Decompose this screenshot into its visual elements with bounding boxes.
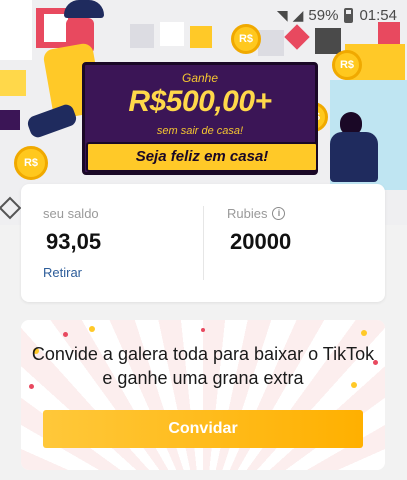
confetti-icon: [89, 326, 95, 332]
battery-icon: [344, 7, 354, 23]
coin-icon: R$: [332, 50, 362, 80]
pattern-tile: [315, 28, 341, 54]
pattern-tile: [190, 26, 212, 48]
pattern-tile: [258, 30, 284, 56]
confetti-icon: [201, 328, 205, 332]
pattern-tile: [160, 22, 184, 46]
pattern-tile: [284, 24, 310, 50]
person-illustration: [330, 132, 378, 182]
invite-card: Convide a galera toda para baixar o TikT…: [21, 320, 385, 470]
rubies-value: 20000: [230, 229, 292, 254]
confetti-icon: [63, 332, 68, 337]
clock: 01:54: [359, 6, 397, 24]
confetti-icon: [361, 330, 367, 336]
balance-value: 93,05: [46, 229, 102, 254]
invite-button[interactable]: Convidar: [43, 410, 363, 448]
coin-icon: R$: [231, 24, 261, 54]
divider: [203, 206, 204, 280]
pattern-tile: [0, 70, 26, 96]
balance-label: seu saldo: [43, 206, 99, 221]
banner-amount: R$500,00+: [128, 85, 272, 118]
balance-section: seu saldo 93,05 Retirar: [43, 206, 101, 280]
banner-ribbon: Seja feliz em casa!: [86, 142, 318, 172]
balance-card: seu saldo 93,05 Retirar Rubies i 20000: [21, 184, 385, 302]
pattern-tile: [0, 0, 32, 60]
rubies-label: Rubies: [227, 206, 268, 221]
pattern-tile: [44, 14, 68, 42]
wifi-icon: ◥: [276, 6, 288, 23]
rubies-label-row: Rubies i: [227, 206, 291, 221]
signal-icon: ◢: [292, 6, 304, 23]
withdraw-link[interactable]: Retirar: [43, 265, 101, 280]
info-icon[interactable]: i: [272, 207, 286, 220]
pattern-tile: [130, 24, 154, 48]
pattern-tile: [0, 110, 20, 130]
pattern-tile: [0, 196, 22, 220]
banner-subtitle: sem sair de casa!: [156, 125, 244, 137]
rubies-section: Rubies i 20000: [227, 206, 291, 255]
battery-percent: 59%: [308, 6, 339, 24]
status-bar: ◥ ◢ 59% 01:54: [277, 4, 397, 26]
person-illustration: [64, 0, 104, 18]
banner-ganhe: Ganhe: [181, 71, 219, 85]
coin-icon: R$: [14, 146, 48, 180]
invite-text: Convide a galera toda para baixar o TikT…: [31, 344, 375, 388]
person-illustration: [25, 102, 79, 140]
